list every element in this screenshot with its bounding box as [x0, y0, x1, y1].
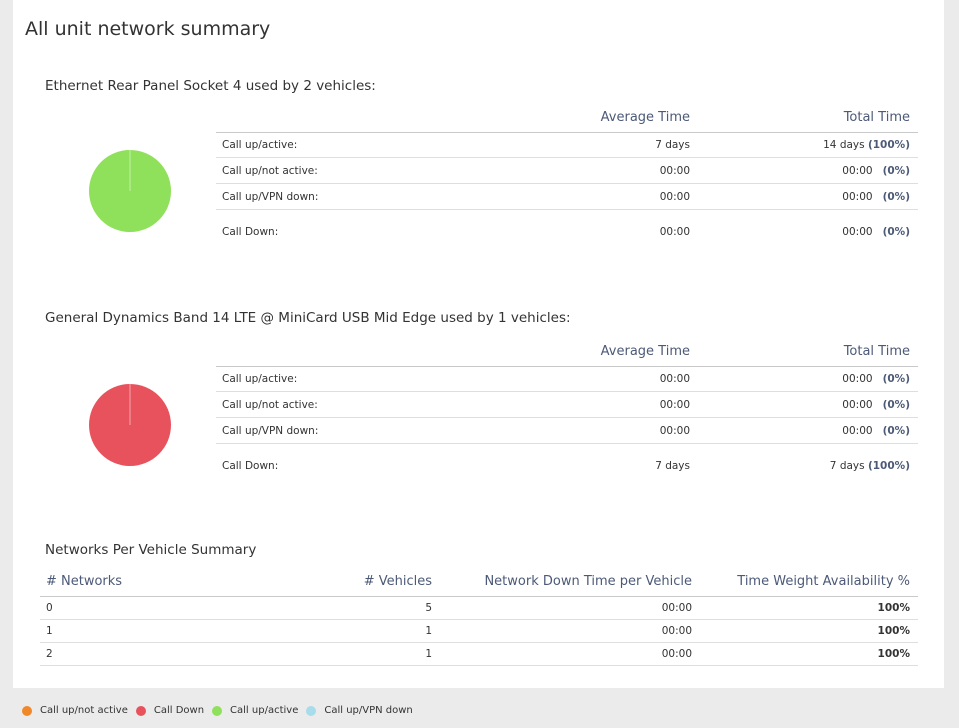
downtime-cell: 00:00: [440, 619, 700, 643]
table-row: Call up/VPN down: 00:00 00:00 (0%): [216, 183, 918, 210]
row-total-pct: (100%): [867, 139, 910, 151]
network-2-table: Average Time Total Time Call up/active: …: [216, 342, 918, 488]
table-row: Call Down: 7 days 7 days (100%): [216, 444, 918, 488]
page-title: All unit network summary: [25, 18, 271, 40]
table-row: Call Down: 00:00 00:00 (0%): [216, 210, 918, 254]
avg-time-header: Average Time: [516, 108, 698, 133]
row-total-pct: (0%): [882, 225, 910, 238]
row-total-value: 00:00: [842, 225, 873, 238]
total-time-header: Total Time: [698, 342, 918, 367]
row-label: Call up/VPN down:: [216, 417, 516, 444]
avg-time-header: Average Time: [516, 342, 698, 367]
table-header-row: Average Time Total Time: [216, 342, 918, 367]
network-2-pie: [89, 384, 171, 466]
row-total: 7 days (100%): [698, 444, 918, 488]
table-header-row: Average Time Total Time: [216, 108, 918, 133]
row-label: Call up/active:: [216, 132, 516, 158]
table-row: 2 1 00:00 100%: [40, 642, 918, 666]
networks-cell: 0: [40, 596, 340, 620]
vehicles-cell: 1: [340, 619, 440, 643]
legend-item-call-down: Call Down: [135, 705, 205, 716]
row-avg: 7 days: [516, 132, 698, 158]
row-total-pct: (0%): [882, 164, 910, 177]
row-avg: 00:00: [516, 183, 698, 210]
table-row: Call up/active: 00:00 00:00 (0%): [216, 366, 918, 392]
row-total: 00:00 (0%): [698, 210, 918, 254]
downtime-cell: 00:00: [440, 596, 700, 620]
legend-dot-icon: [22, 705, 32, 716]
row-total: 00:00 (0%): [698, 417, 918, 444]
legend-label: Call up/not active: [40, 705, 128, 716]
status-legend: Call up/not active Call Down Call up/act…: [22, 705, 421, 716]
row-total: 00:00 (0%): [698, 157, 918, 184]
row-total-value: 00:00: [842, 164, 873, 177]
downtime-cell: 00:00: [440, 642, 700, 666]
row-total: 14 days (100%): [698, 132, 918, 158]
row-label: Call Down:: [222, 459, 279, 472]
row-total: 00:00 (0%): [698, 183, 918, 210]
row-label: Call up/not active:: [216, 157, 516, 184]
row-total-pct: (0%): [882, 373, 910, 385]
legend-label: Call up/VPN down: [324, 705, 413, 716]
summary-title: Networks Per Vehicle Summary: [45, 542, 257, 558]
row-total-value: 00:00: [842, 190, 873, 203]
legend-item-call-up-vpn-down: Call up/VPN down: [306, 705, 413, 716]
table-row: Call up/active: 7 days 14 days (100%): [216, 132, 918, 158]
row-avg: 00:00: [516, 366, 698, 392]
row-avg: 00:00: [516, 417, 698, 444]
table-header-row: # Networks # Vehicles Network Down Time …: [40, 570, 918, 597]
network-1-table: Average Time Total Time Call up/active: …: [216, 108, 918, 254]
row-label: Call up/VPN down:: [216, 183, 516, 210]
table-row: 1 1 00:00 100%: [40, 619, 918, 643]
row-total-value: 00:00: [842, 424, 873, 437]
table-row: Call up/not active: 00:00 00:00 (0%): [216, 391, 918, 418]
row-avg: 7 days: [655, 459, 690, 472]
row-total-value: 7 days: [829, 459, 865, 472]
row-total-pct: (100%): [867, 459, 910, 472]
network-2-title: General Dynamics Band 14 LTE @ MiniCard …: [45, 310, 571, 326]
vehicles-cell: 1: [340, 642, 440, 666]
row-total-pct: (0%): [882, 398, 910, 411]
vehicles-header: # Vehicles: [340, 570, 440, 597]
network-2-pie-chart: [88, 383, 172, 471]
legend-dot-icon: [212, 705, 223, 716]
row-label: Call up/active:: [216, 366, 516, 392]
row-avg: 00:00: [659, 225, 690, 238]
row-total-pct: (0%): [882, 190, 910, 203]
network-1-title: Ethernet Rear Panel Socket 4 used by 2 v…: [45, 78, 376, 94]
legend-item-call-up-active: Call up/active: [212, 705, 298, 716]
networks-per-vehicle-table: # Networks # Vehicles Network Down Time …: [40, 570, 918, 666]
row-label: Call Down:: [222, 225, 279, 238]
downtime-header: Network Down Time per Vehicle: [440, 570, 700, 597]
row-total: 00:00 (0%): [698, 366, 918, 392]
table-row: Call up/VPN down: 00:00 00:00 (0%): [216, 417, 918, 444]
network-1-pie-chart: [88, 149, 172, 237]
legend-label: Call up/active: [230, 705, 299, 716]
row-label: Call up/not active:: [216, 391, 516, 418]
row-total: 00:00 (0%): [698, 391, 918, 418]
row-avg: 00:00: [516, 157, 698, 184]
availability-header: Time Weight Availability %: [700, 570, 918, 597]
network-1-pie: [89, 150, 171, 232]
legend-dot-icon: [135, 705, 146, 716]
legend-label: Call Down: [153, 705, 205, 716]
table-row: Call up/not active: 00:00 00:00 (0%): [216, 157, 918, 184]
networks-cell: 2: [40, 642, 340, 666]
legend-dot-icon: [306, 705, 317, 716]
networks-header: # Networks: [40, 570, 340, 597]
table-row: 0 5 00:00 100%: [40, 596, 918, 620]
total-time-header: Total Time: [698, 108, 918, 133]
row-avg: 00:00: [516, 391, 698, 418]
legend-item-call-up-not-active: Call up/not active: [22, 705, 128, 716]
row-total-value: 14 days: [823, 139, 865, 151]
row-total-value: 00:00: [842, 373, 873, 385]
availability-cell: 100%: [700, 642, 918, 666]
row-total-value: 00:00: [842, 398, 873, 411]
availability-cell: 100%: [700, 596, 918, 620]
row-total-pct: (0%): [882, 424, 910, 437]
networks-cell: 1: [40, 619, 340, 643]
availability-cell: 100%: [700, 619, 918, 643]
vehicles-cell: 5: [340, 596, 440, 620]
